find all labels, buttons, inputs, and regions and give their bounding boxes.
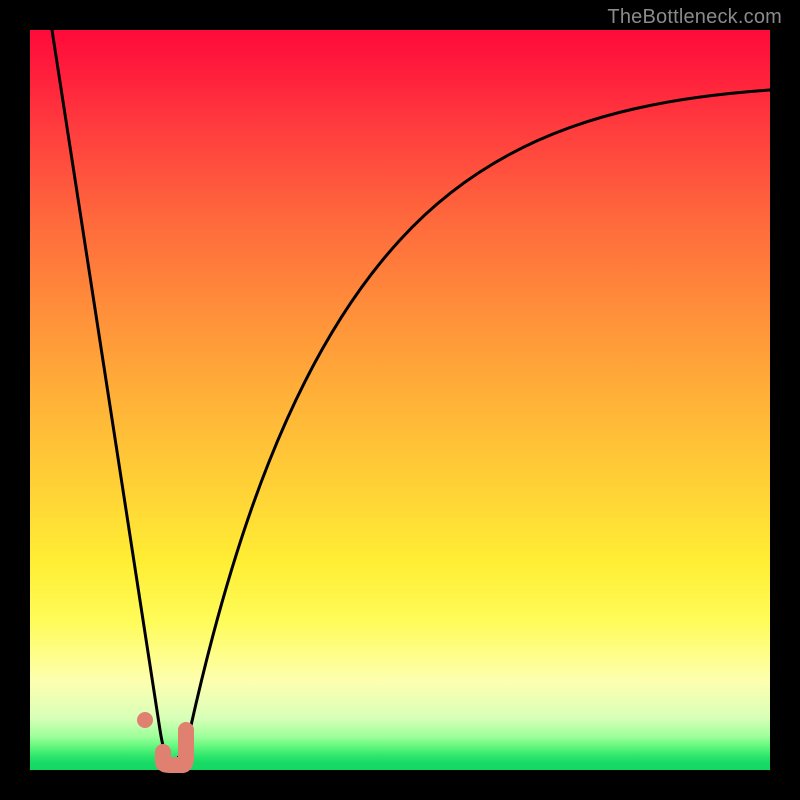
watermark-text: TheBottleneck.com xyxy=(607,6,782,29)
chart-frame: TheBottleneck.com xyxy=(0,0,800,800)
optimal-range-marker xyxy=(163,730,186,765)
optimal-start-dot xyxy=(137,712,153,728)
bottleneck-curve xyxy=(52,30,770,762)
plot-area xyxy=(30,30,770,770)
curve-layer xyxy=(30,30,770,770)
